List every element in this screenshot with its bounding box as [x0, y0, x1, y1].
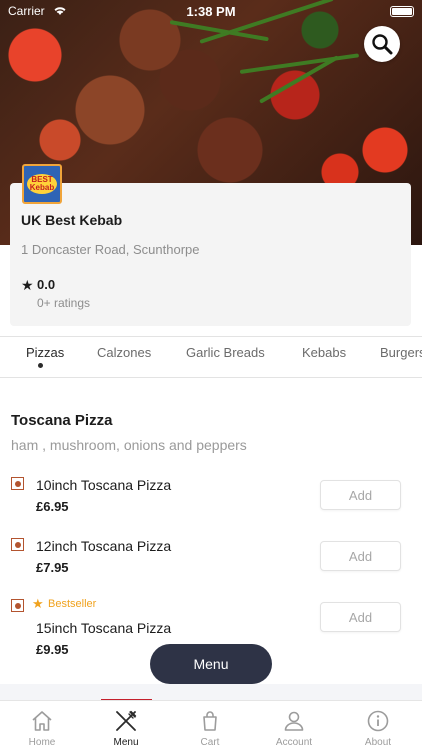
- restaurant-logo: BEST Kebab: [22, 164, 62, 204]
- ratings-count: 0+ ratings: [37, 296, 91, 310]
- tabbar-label: Menu: [113, 737, 139, 748]
- section-title: Toscana Pizza: [11, 412, 113, 429]
- info-icon: [367, 710, 389, 732]
- section-description: ham , mushroom, onions and peppers: [11, 437, 247, 453]
- add-button[interactable]: Add: [320, 541, 401, 571]
- tabbar-account[interactable]: Account: [252, 701, 336, 750]
- cutlery-icon: [116, 710, 137, 731]
- status-bar: Carrier 1:38 PM: [0, 0, 422, 22]
- tabbar-label: Account: [275, 737, 313, 748]
- tab-kebabs[interactable]: Kebabs: [302, 345, 346, 360]
- home-icon: [32, 711, 52, 731]
- veg-mark-icon: [11, 599, 24, 612]
- star-icon: ★: [21, 277, 34, 293]
- tab-calzones[interactable]: Calzones: [97, 345, 151, 360]
- bestseller-badge: Bestseller: [48, 598, 97, 610]
- item-price: £6.95: [36, 499, 69, 514]
- menu-button[interactable]: Menu: [150, 644, 272, 684]
- tabbar-label: About: [364, 737, 392, 748]
- battery-icon: [390, 6, 414, 17]
- tab-garlic-breads[interactable]: Garlic Breads: [186, 345, 265, 360]
- add-button[interactable]: Add: [320, 602, 401, 632]
- person-icon: [284, 711, 304, 731]
- search-button[interactable]: [364, 26, 400, 62]
- tabbar-home[interactable]: Home: [0, 701, 84, 750]
- bestseller-star-icon: ★: [32, 596, 44, 611]
- status-time: 1:38 PM: [186, 4, 236, 19]
- veg-mark-icon: [11, 477, 24, 490]
- veg-mark-icon: [11, 538, 24, 551]
- bottom-tab-bar: Home Menu Cart Account About: [0, 700, 422, 750]
- tabbar-about[interactable]: About: [336, 701, 420, 750]
- category-tabs: Pizzas Calzones Garlic Breads Kebabs Bur…: [0, 336, 422, 378]
- rating-value: 0.0: [37, 277, 56, 292]
- search-icon: [372, 34, 393, 55]
- restaurant-name: UK Best Kebab: [21, 212, 123, 228]
- logo-text: BEST Kebab: [27, 174, 57, 194]
- tab-burgers[interactable]: Burgers: [380, 345, 422, 360]
- active-tab-indicator: [38, 363, 43, 368]
- bag-icon: [203, 711, 217, 731]
- tab-pizzas[interactable]: Pizzas: [26, 345, 64, 360]
- content-footer-strip: [0, 684, 422, 700]
- item-name: 15inch Toscana Pizza: [36, 620, 172, 636]
- item-price: £9.95: [36, 642, 69, 657]
- add-button[interactable]: Add: [320, 480, 401, 510]
- item-price: £7.95: [36, 560, 69, 575]
- tabbar-cart[interactable]: Cart: [168, 701, 252, 750]
- tabbar-label: Cart: [200, 737, 220, 748]
- restaurant-address: 1 Doncaster Road, Scunthorpe: [21, 242, 200, 257]
- item-name: 10inch Toscana Pizza: [36, 477, 172, 493]
- item-name: 12inch Toscana Pizza: [36, 538, 172, 554]
- tabbar-menu[interactable]: Menu: [84, 701, 168, 750]
- tabbar-label: Home: [28, 737, 56, 748]
